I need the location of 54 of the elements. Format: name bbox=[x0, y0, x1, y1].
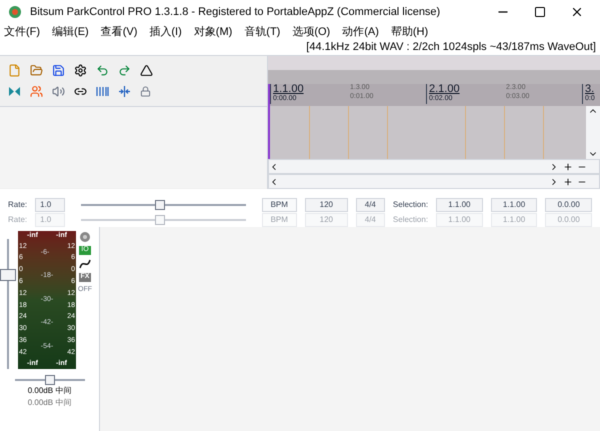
volume-readout: 0.00dB 中间 bbox=[28, 397, 72, 409]
horizontal-scrollbar[interactable] bbox=[268, 159, 600, 174]
envelope-curve-icon[interactable] bbox=[79, 258, 91, 270]
knob-icon[interactable] bbox=[79, 231, 91, 243]
vertical-scrollbar[interactable] bbox=[586, 106, 600, 159]
menu-item[interactable]: 查看(V) bbox=[100, 24, 138, 40]
pan-slider[interactable] bbox=[14, 375, 84, 385]
menu-item[interactable]: 对象(M) bbox=[194, 24, 232, 40]
bowtie-icon[interactable] bbox=[8, 85, 21, 98]
zoom-in-icon[interactable] bbox=[563, 176, 573, 186]
volume-readout: 0.00dB 中间 bbox=[28, 385, 72, 397]
menu-item[interactable]: 选项(O) bbox=[292, 24, 330, 40]
zoom-in-icon[interactable] bbox=[563, 162, 573, 172]
menu-item[interactable]: 插入(I) bbox=[149, 24, 182, 40]
rate-slider[interactable] bbox=[80, 215, 246, 225]
rate-field[interactable]: 1.0 bbox=[35, 198, 65, 212]
selection-field[interactable]: 1.1.00 bbox=[490, 198, 538, 212]
lock-icon[interactable] bbox=[140, 86, 151, 97]
menu-item[interactable]: 文件(F) bbox=[4, 24, 40, 40]
redo-icon[interactable] bbox=[118, 64, 131, 77]
selection-label: Selection: bbox=[392, 199, 428, 211]
selection-field[interactable]: 1.1.00 bbox=[436, 198, 483, 212]
selection-label: Selection: bbox=[392, 214, 428, 226]
users-icon[interactable] bbox=[30, 85, 43, 98]
split-icon[interactable] bbox=[118, 85, 131, 98]
settings-icon[interactable] bbox=[74, 64, 87, 77]
menu-item[interactable]: 编辑(E) bbox=[52, 24, 89, 40]
menu-item[interactable]: 音轨(T) bbox=[244, 24, 280, 40]
selection-field[interactable]: 0.0.00 bbox=[545, 198, 592, 212]
triangle-icon[interactable] bbox=[140, 64, 153, 77]
new-file-icon[interactable] bbox=[8, 64, 21, 77]
volume-fader[interactable] bbox=[0, 239, 16, 369]
horizontal-scrollbar[interactable] bbox=[268, 174, 600, 189]
audio-status: [44.1kHz 24bit WAV : 2/2ch 1024spls ~43/187ms WaveOut] bbox=[306, 40, 596, 55]
ruler-bar-label: 2.1.00 bbox=[429, 84, 460, 95]
save-icon[interactable] bbox=[52, 64, 65, 77]
rate-label: Rate: bbox=[8, 214, 28, 226]
rate-slider[interactable] bbox=[80, 200, 246, 210]
app-logo-icon bbox=[8, 5, 22, 19]
bpm-field[interactable]: 120 bbox=[304, 198, 348, 212]
undo-icon[interactable] bbox=[96, 64, 109, 77]
window-title: Bitsum ParkControl PRO 1.3.1.8 - Registered to PortableAppZ (Commercial license) bbox=[30, 4, 442, 20]
maximize-icon[interactable] bbox=[534, 6, 546, 18]
bpm-button[interactable]: BPM bbox=[262, 198, 297, 212]
ruler-bar-label: 1.1.00 bbox=[273, 84, 304, 95]
speaker-icon[interactable] bbox=[52, 85, 65, 98]
grid-lines-icon[interactable] bbox=[96, 85, 109, 98]
rate-label: Rate: bbox=[8, 199, 28, 211]
time-signature-field[interactable]: 4/4 bbox=[356, 198, 385, 212]
open-folder-icon[interactable] bbox=[30, 64, 43, 77]
ruler-bar-label: 3. bbox=[585, 84, 595, 95]
close-icon[interactable] bbox=[570, 5, 584, 19]
menu-item[interactable]: 动作(A) bbox=[342, 24, 379, 40]
menu-item[interactable]: 帮助(H) bbox=[390, 24, 428, 40]
